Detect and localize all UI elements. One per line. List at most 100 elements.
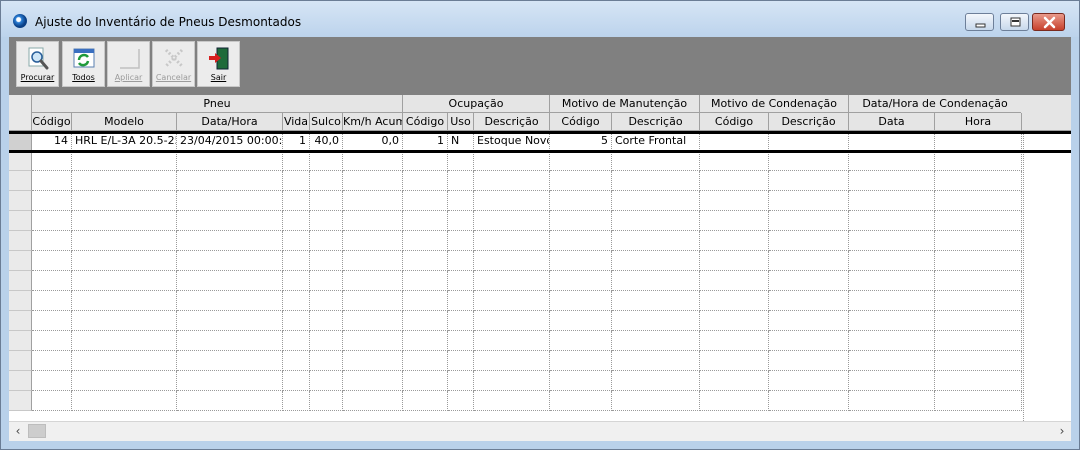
cell-uso[interactable] (448, 271, 474, 291)
cell-ocupacao-codigo[interactable] (403, 391, 448, 411)
cell-data[interactable] (849, 371, 935, 391)
cell-condenacao-descricao[interactable] (769, 231, 849, 251)
cell-data[interactable] (849, 231, 935, 251)
cell-condenacao-descricao[interactable] (769, 351, 849, 371)
column-header-uso[interactable]: Uso (448, 113, 474, 131)
cell-data-hora[interactable] (177, 171, 283, 191)
cell-modelo[interactable] (72, 371, 177, 391)
cell-uso[interactable] (448, 251, 474, 271)
maximize-button[interactable] (1000, 13, 1029, 31)
cell-uso[interactable] (448, 231, 474, 251)
cell-condenacao-descricao[interactable] (769, 211, 849, 231)
cell-codigo[interactable] (32, 251, 72, 271)
cell-condenacao-codigo[interactable] (700, 371, 769, 391)
cell-modelo[interactable] (72, 211, 177, 231)
cell-data-hora[interactable] (177, 371, 283, 391)
column-header-manutencao-descricao[interactable]: Descrição (612, 113, 700, 131)
cell-modelo[interactable] (72, 271, 177, 291)
cell-manutencao-codigo[interactable] (550, 151, 612, 171)
cell-ocupacao-codigo[interactable] (403, 351, 448, 371)
cell-data-hora[interactable] (177, 191, 283, 211)
cell-uso[interactable] (448, 151, 474, 171)
cell-manutencao-codigo[interactable] (550, 171, 612, 191)
column-header-data-hora[interactable]: Data/Hora (177, 113, 283, 131)
cell-km-acum[interactable] (343, 271, 403, 291)
cell-uso[interactable] (448, 291, 474, 311)
cell-manutencao-descricao[interactable] (612, 311, 700, 331)
cell-condenacao-codigo[interactable] (700, 351, 769, 371)
cell-uso[interactable] (448, 191, 474, 211)
cell-hora[interactable] (935, 311, 1022, 331)
cell-manutencao-descricao[interactable] (612, 331, 700, 351)
cell-condenacao-codigo[interactable] (700, 311, 769, 331)
cell-km-acum[interactable]: 0,0 (343, 131, 403, 151)
cell-ocupacao-descricao[interactable] (474, 311, 550, 331)
cell-data[interactable] (849, 351, 935, 371)
cell-ocupacao-codigo[interactable]: 1 (403, 131, 448, 151)
cell-condenacao-codigo[interactable] (700, 211, 769, 231)
search-button[interactable]: Procurar (16, 41, 59, 87)
cell-ocupacao-descricao[interactable] (474, 191, 550, 211)
cell-data-hora[interactable] (177, 151, 283, 171)
close-button[interactable] (1032, 13, 1065, 31)
cell-sulco[interactable] (310, 311, 343, 331)
cell-codigo[interactable] (32, 291, 72, 311)
cell-ocupacao-codigo[interactable] (403, 371, 448, 391)
cell-condenacao-descricao[interactable] (769, 271, 849, 291)
cell-sulco[interactable] (310, 291, 343, 311)
cell-hora[interactable] (935, 331, 1022, 351)
cell-data-hora[interactable] (177, 271, 283, 291)
cell-condenacao-codigo[interactable] (700, 191, 769, 211)
cell-ocupacao-descricao[interactable] (474, 151, 550, 171)
cell-ocupacao-codigo[interactable] (403, 331, 448, 351)
cell-sulco[interactable] (310, 251, 343, 271)
cell-codigo[interactable] (32, 191, 72, 211)
cell-manutencao-codigo[interactable] (550, 211, 612, 231)
cell-data-hora[interactable] (177, 391, 283, 411)
cell-condenacao-descricao[interactable] (769, 151, 849, 171)
column-header-condenacao-descricao[interactable]: Descrição (769, 113, 849, 131)
cell-condenacao-codigo[interactable] (700, 291, 769, 311)
cell-vida[interactable] (283, 171, 310, 191)
cell-vida[interactable] (283, 371, 310, 391)
cell-ocupacao-descricao[interactable] (474, 291, 550, 311)
cell-condenacao-descricao[interactable] (769, 291, 849, 311)
cell-uso[interactable] (448, 171, 474, 191)
cell-data-hora[interactable] (177, 291, 283, 311)
scroll-right-button[interactable]: › (1053, 422, 1071, 441)
cell-condenacao-codigo[interactable] (700, 171, 769, 191)
cell-ocupacao-descricao[interactable]: Estoque Novo (474, 131, 550, 151)
cell-modelo[interactable]: HRL E/L-3A 20.5-25 (72, 131, 177, 151)
cell-manutencao-descricao[interactable] (612, 251, 700, 271)
row-header[interactable] (9, 151, 32, 171)
cell-codigo[interactable] (32, 231, 72, 251)
cell-manutencao-codigo[interactable] (550, 371, 612, 391)
cell-uso[interactable] (448, 311, 474, 331)
cell-km-acum[interactable] (343, 351, 403, 371)
cell-hora[interactable] (935, 131, 1022, 151)
scroll-left-button[interactable]: ‹ (9, 422, 27, 441)
cell-sulco[interactable] (310, 231, 343, 251)
cell-condenacao-codigo[interactable] (700, 151, 769, 171)
cell-manutencao-descricao[interactable] (612, 191, 700, 211)
cell-ocupacao-descricao[interactable] (474, 171, 550, 191)
cell-manutencao-descricao[interactable] (612, 371, 700, 391)
cell-hora[interactable] (935, 231, 1022, 251)
cell-data[interactable] (849, 291, 935, 311)
cell-codigo[interactable] (32, 351, 72, 371)
cell-vida[interactable] (283, 311, 310, 331)
cell-vida[interactable] (283, 151, 310, 171)
column-header-vida[interactable]: Vida (283, 113, 310, 131)
cell-condenacao-descricao[interactable] (769, 391, 849, 411)
cell-data[interactable] (849, 331, 935, 351)
column-header-condenacao-codigo[interactable]: Código (700, 113, 769, 131)
cell-km-acum[interactable] (343, 291, 403, 311)
row-header[interactable] (9, 191, 32, 211)
column-header-pneu-codigo[interactable]: Código (32, 113, 72, 131)
cell-data[interactable] (849, 191, 935, 211)
cell-ocupacao-descricao[interactable] (474, 391, 550, 411)
row-header[interactable] (9, 251, 32, 271)
cell-modelo[interactable] (72, 171, 177, 191)
cell-sulco[interactable] (310, 171, 343, 191)
cell-ocupacao-codigo[interactable] (403, 171, 448, 191)
